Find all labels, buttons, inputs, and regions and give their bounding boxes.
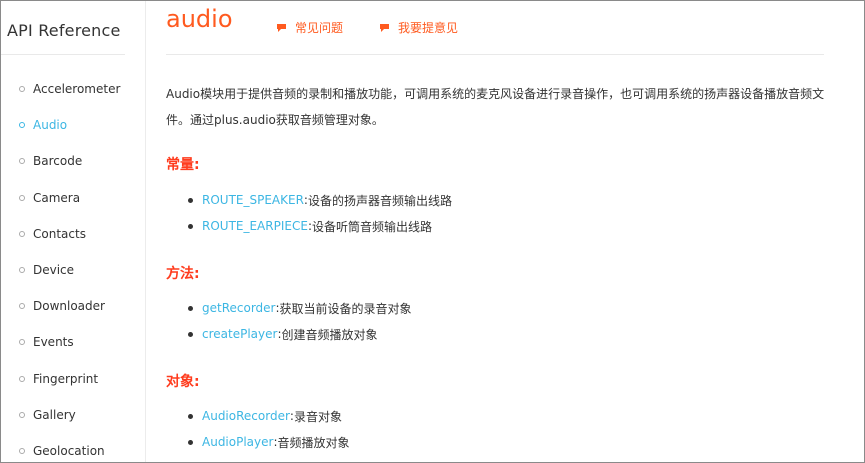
item-description: 获取当前设备的录音对象 bbox=[279, 301, 412, 316]
sidebar-item-label: Downloader bbox=[33, 299, 105, 313]
bullet-dot-icon bbox=[188, 413, 193, 419]
circle-bullet-icon bbox=[19, 158, 25, 164]
item-description: 音频播放对象 bbox=[277, 435, 350, 450]
sidebar-item-label: Contacts bbox=[33, 227, 86, 241]
circle-bullet-icon bbox=[19, 267, 25, 273]
feedback-link-label: 我要提意见 bbox=[398, 21, 459, 35]
sidebar-item-device[interactable]: Device bbox=[19, 260, 74, 280]
sidebar-item-events[interactable]: Events bbox=[19, 332, 74, 352]
sidebar-separator bbox=[145, 1, 146, 462]
sidebar-item-barcode[interactable]: Barcode bbox=[19, 151, 82, 171]
sidebar-item-label: Events bbox=[33, 335, 74, 349]
method-link-create-player[interactable]: createPlayer bbox=[202, 327, 277, 341]
main-content: audio 常见问题 我要提意见 Audio模块用于提供音频的录制和播放功能，可… bbox=[166, 1, 826, 462]
item-description: 设备的扬声器音频输出线路 bbox=[307, 193, 452, 208]
list-item: AudioRecorder : 录音对象 bbox=[188, 406, 342, 426]
sidebar-divider bbox=[1, 54, 125, 55]
sidebar-item-label: Gallery bbox=[33, 408, 76, 422]
list-item: getRecorder : 获取当前设备的录音对象 bbox=[188, 298, 412, 318]
faq-link-label: 常见问题 bbox=[295, 21, 344, 35]
constant-link-route-earpiece[interactable]: ROUTE_EARPIECE bbox=[202, 219, 308, 233]
list-item: createPlayer : 创建音频播放对象 bbox=[188, 324, 378, 344]
method-link-get-recorder[interactable]: getRecorder bbox=[202, 301, 275, 315]
sidebar-item-audio[interactable]: Audio bbox=[19, 115, 67, 135]
sidebar-item-label: Barcode bbox=[33, 154, 83, 168]
sidebar: API Reference Accelerometer Audio Barcod… bbox=[1, 1, 125, 462]
list-item: ROUTE_SPEAKER : 设备的扬声器音频输出线路 bbox=[188, 190, 452, 210]
sidebar-item-camera[interactable]: Camera bbox=[19, 188, 80, 208]
circle-bullet-icon bbox=[19, 339, 25, 345]
bullet-dot-icon bbox=[188, 439, 193, 445]
list-item: ROUTE_EARPIECE : 设备听筒音频输出线路 bbox=[188, 216, 432, 236]
circle-bullet-icon bbox=[19, 448, 25, 454]
sidebar-item-label: Accelerometer bbox=[33, 82, 121, 96]
bullet-dot-icon bbox=[188, 197, 193, 203]
bullet-dot-icon bbox=[188, 331, 193, 337]
sidebar-item-label: Geolocation bbox=[33, 444, 105, 458]
browser-frame: API Reference Accelerometer Audio Barcod… bbox=[0, 0, 865, 463]
bullet-dot-icon bbox=[188, 305, 193, 311]
object-link-audio-recorder[interactable]: AudioRecorder bbox=[202, 409, 290, 423]
faq-link[interactable]: 常见问题 bbox=[276, 19, 343, 36]
circle-bullet-icon bbox=[19, 412, 25, 418]
constant-link-route-speaker[interactable]: ROUTE_SPEAKER bbox=[202, 193, 304, 207]
speech-bubble-icon bbox=[276, 23, 287, 33]
sidebar-item-geolocation[interactable]: Geolocation bbox=[19, 441, 105, 461]
methods-heading: 方法: bbox=[166, 266, 200, 282]
circle-bullet-icon bbox=[19, 195, 25, 201]
sidebar-item-label: Fingerprint bbox=[33, 372, 99, 386]
objects-heading: 对象: bbox=[166, 374, 200, 390]
item-description: 录音对象 bbox=[293, 409, 342, 424]
circle-bullet-icon bbox=[19, 231, 25, 237]
constants-heading: 常量: bbox=[166, 157, 200, 173]
list-item: AudioPlayer : 音频播放对象 bbox=[188, 432, 350, 452]
sidebar-item-label: Device bbox=[33, 263, 75, 277]
circle-bullet-icon bbox=[19, 122, 25, 128]
sidebar-title: API Reference bbox=[7, 21, 121, 40]
sidebar-item-label: Camera bbox=[33, 191, 81, 205]
sidebar-item-downloader[interactable]: Downloader bbox=[19, 296, 105, 316]
circle-bullet-icon bbox=[19, 376, 25, 382]
sidebar-item-accelerometer[interactable]: Accelerometer bbox=[19, 79, 120, 99]
header-divider bbox=[166, 54, 824, 55]
sidebar-item-fingerprint[interactable]: Fingerprint bbox=[19, 369, 98, 389]
circle-bullet-icon bbox=[19, 86, 25, 92]
item-description: 设备听筒音频输出线路 bbox=[311, 219, 432, 234]
speech-bubble-icon bbox=[379, 23, 390, 33]
sidebar-item-label: Audio bbox=[33, 118, 68, 132]
sidebar-item-contacts[interactable]: Contacts bbox=[19, 224, 86, 244]
object-link-audio-player[interactable]: AudioPlayer bbox=[202, 435, 273, 449]
item-description: 创建音频播放对象 bbox=[281, 327, 378, 342]
feedback-link[interactable]: 我要提意见 bbox=[379, 19, 458, 36]
module-description: Audio模块用于提供音频的录制和播放功能，可调用系统的麦克风设备进行录音操作，… bbox=[166, 87, 825, 127]
sidebar-item-gallery[interactable]: Gallery bbox=[19, 405, 76, 425]
circle-bullet-icon bbox=[19, 303, 25, 309]
bullet-dot-icon bbox=[188, 223, 193, 229]
page-title: audio bbox=[166, 5, 233, 33]
